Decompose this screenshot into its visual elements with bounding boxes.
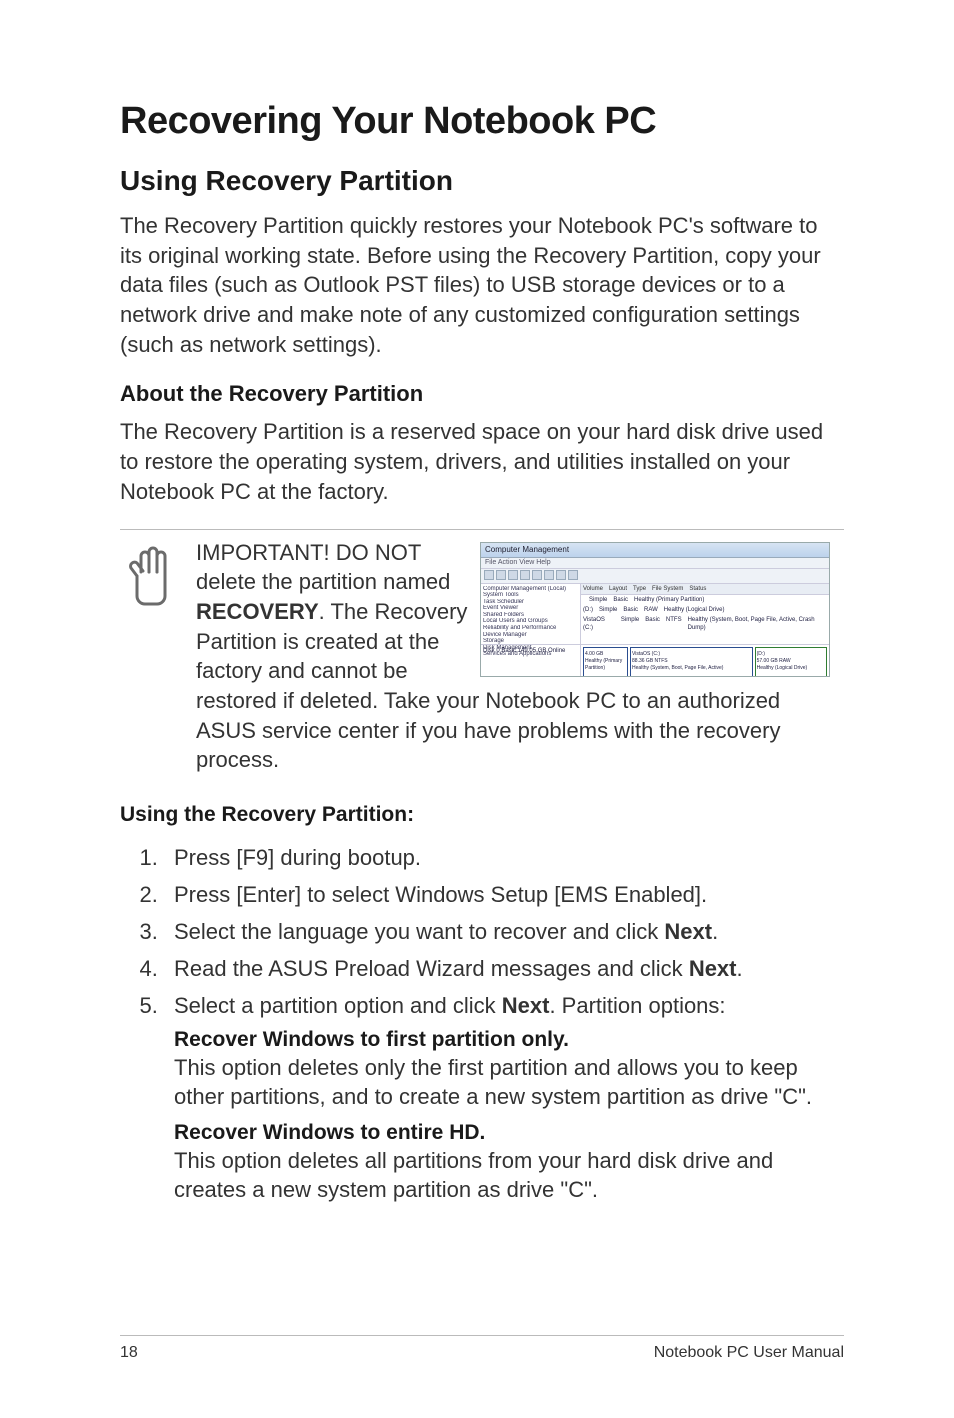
step-item: Select a partition option and click Next… [164,989,844,1022]
dm-partition: (D:)57.00 GB RAWHealthy (Logical Drive) [755,647,827,677]
divider [120,529,844,530]
page-title: Recovering Your Notebook PC [120,100,844,143]
dm-menu: File Action View Help [481,558,829,569]
important-note: Computer Management File Action View Hel… [120,538,844,776]
caution-hand-icon [120,538,182,606]
section-heading: Using Recovery Partition [120,165,844,197]
manual-title: Notebook PC User Manual [654,1344,844,1362]
dm-tree: Computer Management (Local) System Tools… [481,584,581,644]
steps-list: Press [F9] during bootup. Press [Enter] t… [120,841,844,1022]
partition-option: Recover Windows to entire HD.This option… [174,1121,844,1204]
important-prefix: IMPORTANT! DO NOT delete the partition n… [196,540,450,595]
dm-partition: VistaOS (C:)88.36 GB NTFSHealthy (System… [630,647,753,677]
partition-option: Recover Windows to first partition only.… [174,1028,844,1111]
about-body: The Recovery Partition is a reserved spa… [120,417,844,506]
important-text: Computer Management File Action View Hel… [196,538,830,776]
page-footer: 18 Notebook PC User Manual [0,1335,954,1362]
page-number: 18 [120,1344,138,1362]
option-title: Recover Windows to first partition only. [174,1028,844,1052]
step-item: Select the language you want to recover … [164,915,844,948]
step-item: Press [F9] during bootup. [164,841,844,874]
dm-partition: 4.00 GBHealthy (Primary Partition) [583,647,628,677]
section-intro: The Recovery Partition quickly restores … [120,211,844,359]
option-body: This option deletes only the first parti… [174,1054,844,1111]
option-body: This option deletes all partitions from … [174,1147,844,1204]
page: Recovering Your Notebook PC Using Recove… [0,0,954,1418]
using-heading: Using the Recovery Partition: [120,803,844,827]
disk-management-screenshot: Computer Management File Action View Hel… [480,542,830,677]
dm-window-title: Computer Management [481,543,829,558]
recovery-partition-name: RECOVERY [196,599,319,624]
step-item: Press [Enter] to select Windows Setup [E… [164,878,844,911]
dm-volume-table: VolumeLayoutTypeFile SystemStatus Simple… [581,584,829,644]
about-heading: About the Recovery Partition [120,381,844,407]
option-title: Recover Windows to entire HD. [174,1121,844,1145]
dm-disk-layout: Disk 0 Basic 149.05 GB Online 4.00 GBHea… [481,644,829,677]
step-item: Read the ASUS Preload Wizard messages an… [164,952,844,985]
dm-toolbar [481,569,829,584]
